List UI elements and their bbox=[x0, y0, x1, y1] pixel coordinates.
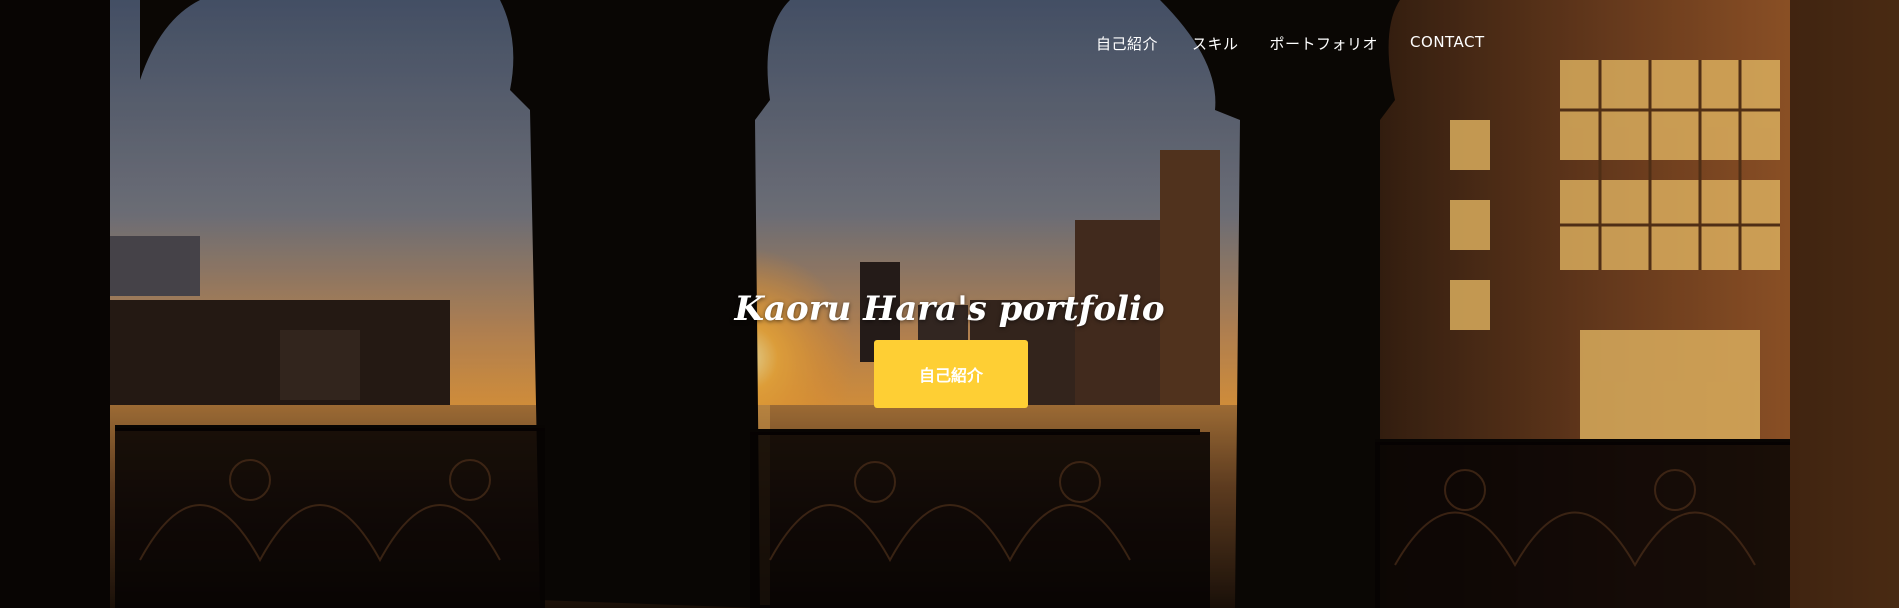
nav-item-portfolio[interactable]: ポートフォリオ bbox=[1270, 31, 1379, 56]
hero-title: Kaoru Hara's portfolio bbox=[734, 288, 1165, 329]
nav-item-skills[interactable]: スキル bbox=[1192, 31, 1239, 56]
top-nav: 自己紹介 スキル ポートフォリオ CONTACT bbox=[1088, 31, 1485, 56]
about-button[interactable]: 自己紹介 bbox=[874, 340, 1028, 408]
nav-item-contact[interactable]: CONTACT bbox=[1410, 31, 1485, 56]
nav-item-about[interactable]: 自己紹介 bbox=[1096, 31, 1158, 56]
hero-section: 自己紹介 スキル ポートフォリオ CONTACT Kaoru Hara's po… bbox=[0, 0, 1899, 608]
